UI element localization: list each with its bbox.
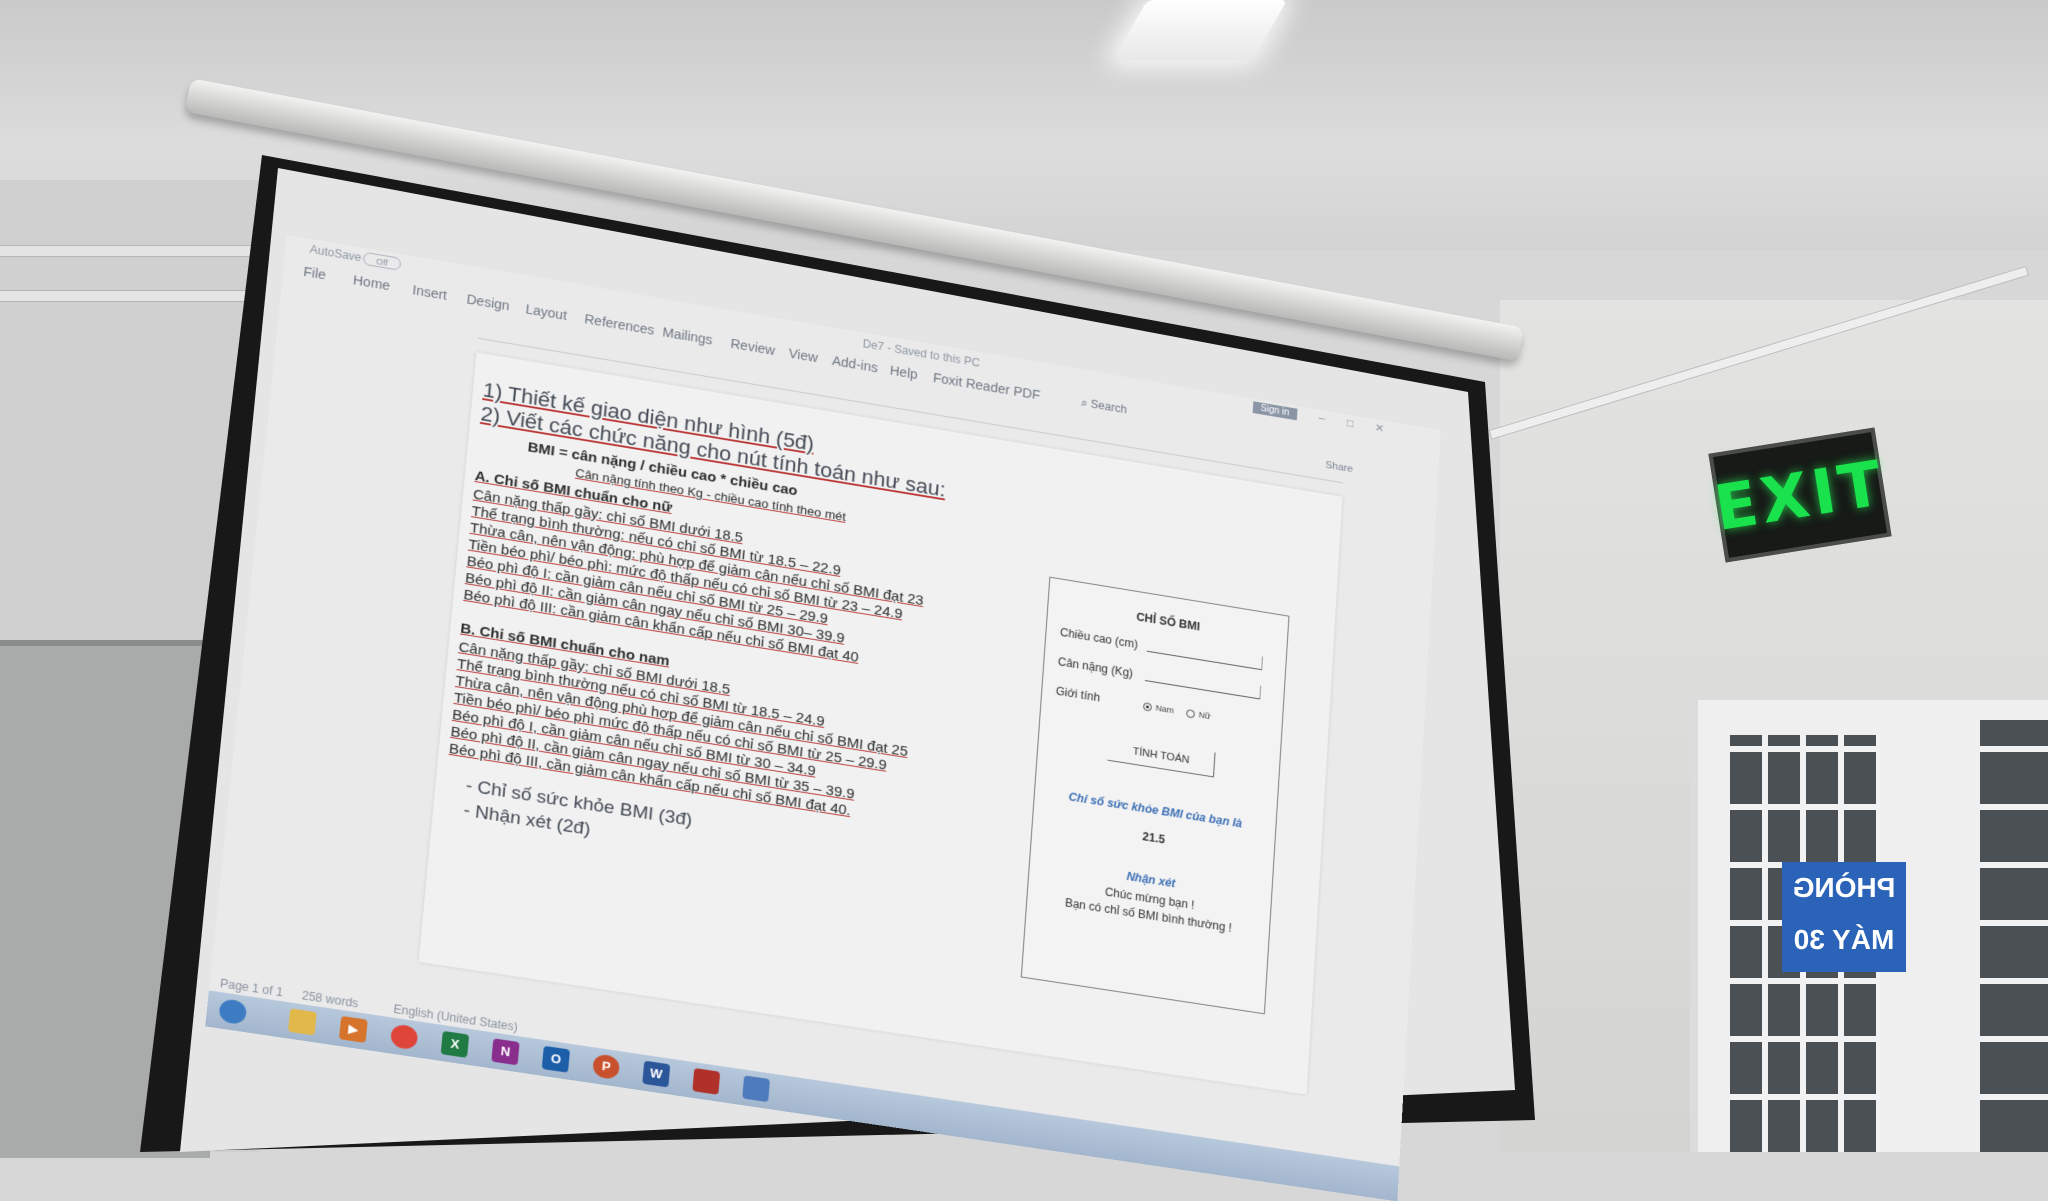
calculate-button: TÍNH TOÁN bbox=[1107, 735, 1216, 778]
tab-add-ins[interactable]: Add-ins bbox=[832, 353, 879, 375]
minimize-icon[interactable]: – bbox=[1318, 412, 1325, 426]
height-input bbox=[1146, 637, 1263, 671]
autosave-toggle[interactable]: Off bbox=[362, 251, 402, 271]
tab-mailings[interactable]: Mailings bbox=[662, 324, 713, 347]
height-label: Chiều cao (cm) bbox=[1059, 625, 1139, 652]
tab-design[interactable]: Design bbox=[466, 291, 510, 313]
wall-pipe bbox=[0, 290, 260, 302]
maximize-icon[interactable]: □ bbox=[1346, 416, 1354, 430]
radio-female bbox=[1185, 708, 1196, 719]
network-icon[interactable] bbox=[742, 1075, 770, 1103]
start-icon[interactable] bbox=[218, 998, 248, 1026]
tab-help[interactable]: Help bbox=[889, 363, 918, 382]
word-icon[interactable]: W bbox=[642, 1060, 671, 1088]
radio-male-label: Nam bbox=[1155, 703, 1175, 716]
tab-insert[interactable]: Insert bbox=[412, 282, 448, 302]
close-icon[interactable]: ✕ bbox=[1375, 421, 1385, 435]
search-icon: ⌕ bbox=[1080, 395, 1089, 410]
chrome-icon[interactable] bbox=[389, 1023, 419, 1051]
media-player-icon[interactable]: ▶ bbox=[338, 1015, 368, 1043]
room-sign: PHÒNG MÁY 30 bbox=[1782, 862, 1906, 972]
outlook-icon[interactable]: O bbox=[541, 1045, 571, 1073]
tab-view[interactable]: View bbox=[788, 346, 818, 365]
wall-pipe bbox=[0, 245, 260, 257]
sign-in-button[interactable]: Sign in bbox=[1252, 401, 1298, 421]
radio-male bbox=[1142, 702, 1153, 712]
bmi-form-mockup: CHỈ SỐ BMI Chiều cao (cm) Cân nặng (Kg) … bbox=[1020, 576, 1290, 1015]
door-grille bbox=[1980, 720, 2048, 1152]
onenote-icon[interactable]: N bbox=[491, 1038, 520, 1066]
gender-label: Giới tính bbox=[1055, 684, 1101, 705]
document-page: 1) Thiết kế giao diện như hình (5đ) 2) V… bbox=[418, 352, 1343, 1095]
weight-label: Cân nặng (Kg) bbox=[1057, 654, 1134, 680]
powerpoint-icon[interactable]: P bbox=[592, 1053, 621, 1081]
search-box[interactable]: ⌕ Search bbox=[1081, 396, 1128, 417]
tab-layout[interactable]: Layout bbox=[525, 301, 568, 323]
radio-female-label: Nữ bbox=[1198, 710, 1211, 722]
autosave-label: AutoSave bbox=[309, 242, 363, 265]
file-explorer-icon[interactable] bbox=[287, 1008, 317, 1036]
weight-input bbox=[1144, 667, 1262, 700]
tab-review[interactable]: Review bbox=[730, 336, 776, 358]
excel-icon[interactable]: X bbox=[440, 1030, 470, 1058]
exit-sign-text: EXIT bbox=[1709, 445, 1891, 545]
acrobat-icon[interactable] bbox=[692, 1067, 721, 1095]
tab-home[interactable]: Home bbox=[352, 272, 390, 293]
tab-file[interactable]: File bbox=[303, 264, 327, 282]
search-label: Search bbox=[1090, 397, 1128, 417]
